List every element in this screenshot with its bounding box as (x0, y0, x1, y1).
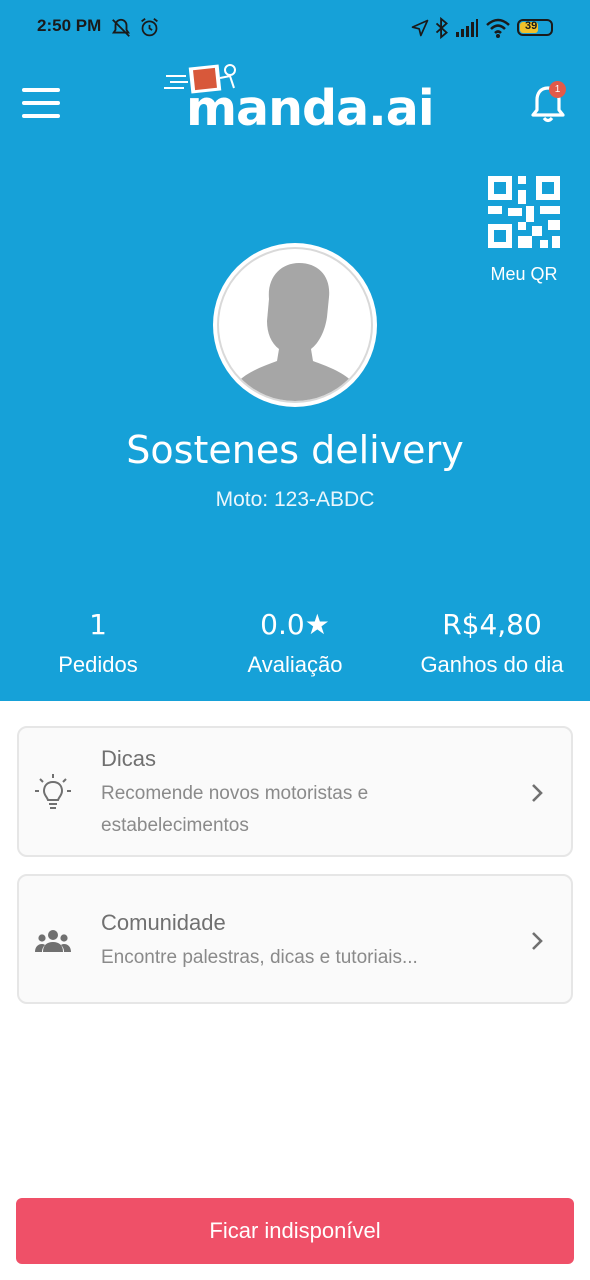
notification-badge: 1 (549, 81, 566, 98)
community-card[interactable]: Comunidade Encontre palestras, dicas e t… (17, 874, 573, 1004)
battery-icon: 39 (517, 19, 553, 36)
vehicle-plate: Moto: 123-ABDC (215, 488, 375, 511)
lightbulb-icon (35, 774, 71, 809)
go-unavailable-button[interactable]: Ficar indisponível (16, 1198, 574, 1264)
stat-rating: 0.0★ Avaliação (197, 608, 393, 678)
stat-label: Ganhos do dia (420, 652, 564, 677)
card-title: Comunidade (101, 910, 226, 935)
chevron-right-icon (532, 784, 543, 802)
qr-code-icon (488, 176, 560, 248)
status-bar: 2:50 PM 39 (0, 0, 590, 56)
menu-line (22, 114, 60, 118)
wifi-icon (486, 18, 510, 38)
menu-button[interactable] (22, 86, 62, 120)
logo-text: manda.ai (186, 80, 435, 137)
card-description: Encontre palestras, dicas e tutoriais... (101, 947, 418, 968)
stat-value: R$4,80 (442, 608, 542, 641)
bluetooth-icon (435, 17, 448, 39)
tips-card[interactable]: Dicas Recomende novos motoristas e estab… (17, 726, 573, 857)
location-arrow-icon (411, 19, 429, 37)
status-time: 2:50 PM (37, 16, 102, 35)
menu-line (22, 88, 60, 92)
alarm-icon (141, 18, 158, 37)
stat-earnings: R$4,80 Ganhos do dia (394, 608, 590, 678)
my-qr-label: Meu QR (490, 264, 558, 284)
avatar[interactable] (213, 243, 377, 407)
default-avatar-icon (231, 263, 359, 401)
my-qr-button[interactable]: Meu QR (476, 170, 572, 292)
card-title: Dicas (101, 746, 157, 771)
stat-orders: 1 Pedidos (0, 608, 196, 678)
profile-header: 2:50 PM 39 manda.ai 1 Meu QR Sostenes de… (0, 0, 590, 701)
courier-name: Sostenes delivery (126, 428, 464, 472)
signal-icon (456, 19, 478, 37)
battery-percent: 39 (525, 20, 538, 32)
chevron-right-icon (532, 932, 543, 950)
stat-value: 0.0★ (260, 608, 330, 641)
menu-line (22, 101, 60, 105)
notifications-muted-icon (111, 18, 131, 37)
stat-label: Avaliação (247, 652, 343, 677)
app-logo: manda.ai (160, 58, 435, 142)
people-icon (35, 930, 71, 952)
card-description: Recomende novos motoristas e estabelecim… (101, 783, 369, 836)
stat-value: 1 (89, 608, 107, 641)
stat-label: Pedidos (58, 652, 138, 677)
